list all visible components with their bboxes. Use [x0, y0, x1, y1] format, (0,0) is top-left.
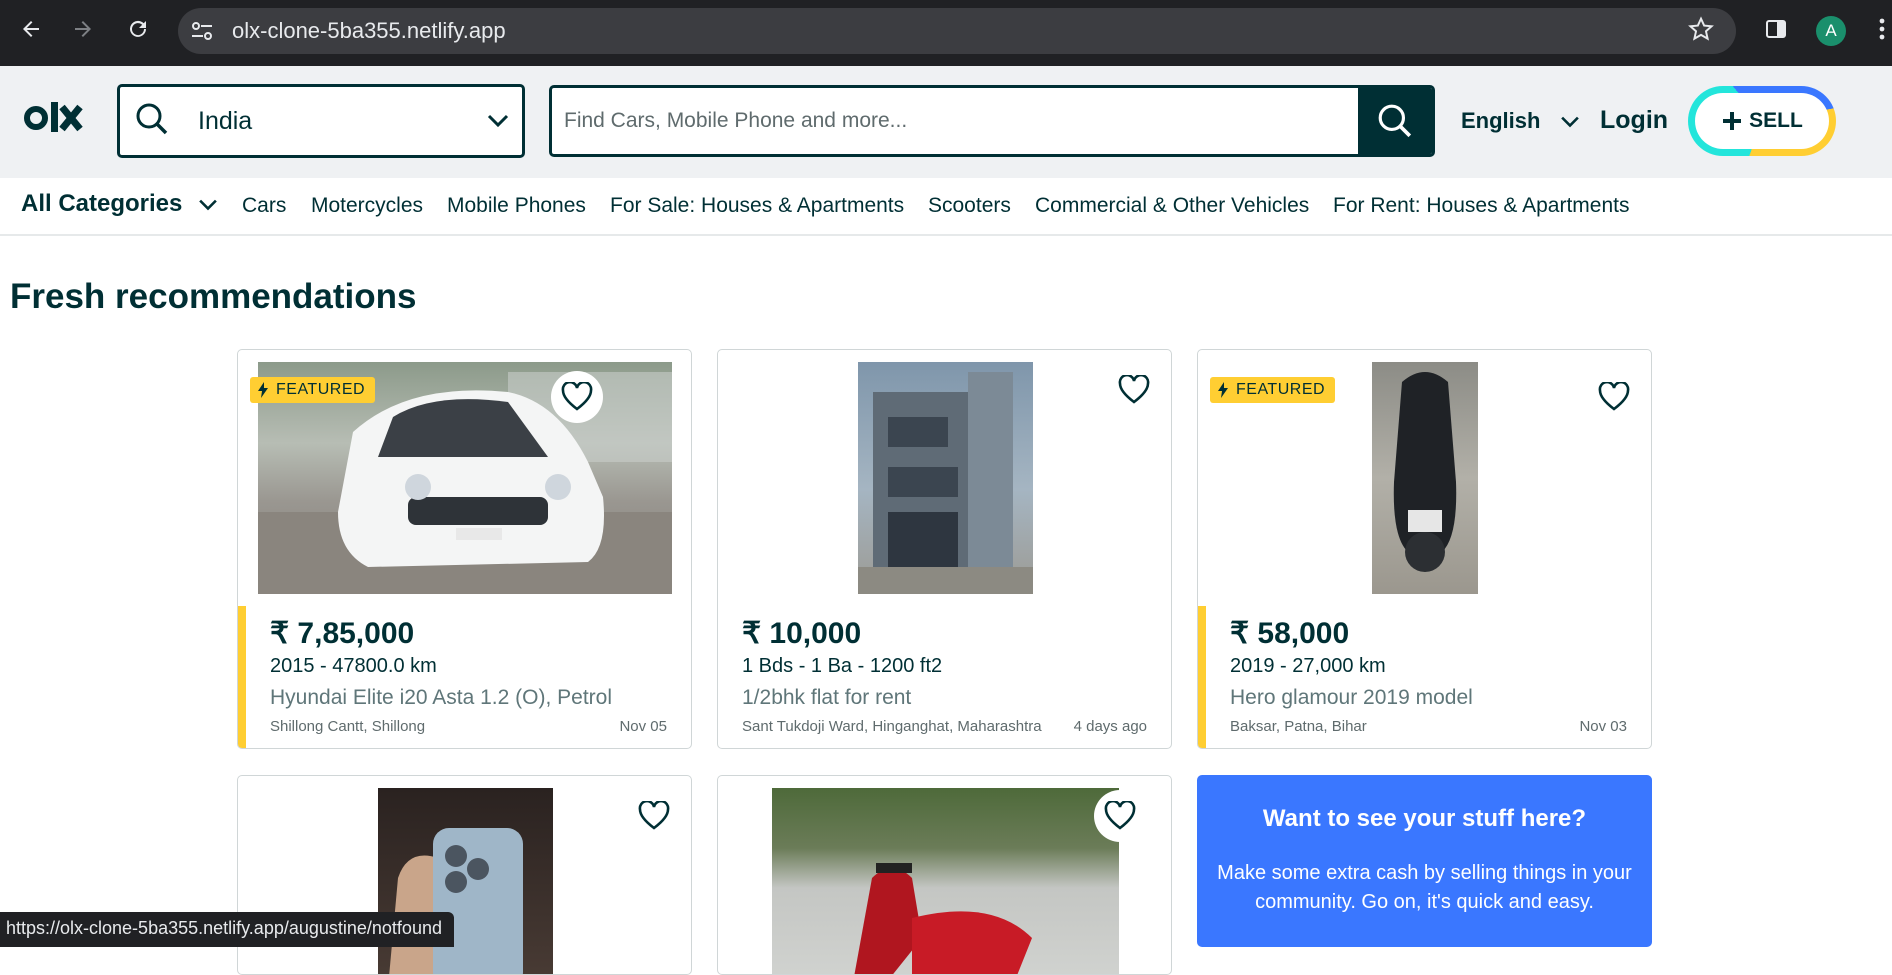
sell-button[interactable]: SELL: [1688, 86, 1836, 156]
plus-icon: [1723, 112, 1742, 130]
featured-badge: FEATURED: [1210, 377, 1336, 403]
back-icon[interactable]: [16, 14, 46, 44]
category-mobile-phones[interactable]: Mobile Phones: [447, 194, 586, 218]
lightning-icon: [1218, 382, 1228, 398]
category-houses-rent[interactable]: For Rent: Houses & Apartments: [1333, 194, 1629, 218]
bookmark-star-icon[interactable]: [1686, 14, 1716, 44]
category-cars[interactable]: Cars: [242, 194, 286, 218]
favorite-heart-icon[interactable]: [551, 371, 603, 423]
menu-dots-icon[interactable]: [1872, 14, 1892, 44]
category-bar: All Categories Cars Motercycles Mobile P…: [0, 178, 1892, 236]
favorite-heart-icon[interactable]: [1588, 371, 1640, 423]
listing-image: [858, 362, 1033, 594]
category-commercial-vehicles[interactable]: Commercial & Other Vehicles: [1035, 194, 1309, 218]
listing-location: Baksar, Patna, Bihar: [1230, 718, 1367, 735]
listing-price: ₹ 58,000: [1230, 617, 1350, 650]
category-scooters[interactable]: Scooters: [928, 194, 1011, 218]
favorite-heart-icon[interactable]: [1094, 790, 1146, 842]
listing-subtitle: 2015 - 47800.0 km: [270, 655, 437, 677]
chevron-down-icon: [486, 113, 510, 134]
listing-card[interactable]: FEATURED ₹ 58,000 2019 - 27,000 km Hero …: [1197, 349, 1652, 749]
listing-card[interactable]: [717, 775, 1172, 975]
login-link[interactable]: Login: [1600, 106, 1668, 135]
featured-label: FEATURED: [1236, 381, 1326, 398]
location-dropdown[interactable]: India: [117, 84, 525, 158]
listing-date: 4 days ago: [1073, 718, 1147, 735]
promo-heading: Want to see your stuff here?: [1262, 805, 1587, 832]
listing-price: ₹ 10,000: [742, 617, 862, 650]
listing-location: Shillong Cantt, Shillong: [270, 718, 426, 735]
language-selector[interactable]: English: [1461, 108, 1581, 134]
sell-promo-card[interactable]: Want to see your stuff here? Make some e…: [1197, 775, 1652, 947]
search-icon: [134, 101, 170, 142]
search-input[interactable]: [564, 88, 1364, 154]
listing-subtitle: 1 Bds - 1 Ba - 1200 ft2: [742, 655, 943, 677]
profile-avatar[interactable]: A: [1816, 16, 1846, 46]
listing-title: Hyundai Elite i20 Asta 1.2 (O), Petrol: [270, 686, 612, 709]
promo-text: Make some extra cash by selling things i…: [1217, 862, 1632, 913]
url-text[interactable]: olx-clone-5ba355.netlify.app: [232, 18, 506, 44]
category-motercycles[interactable]: Motercycles: [311, 194, 423, 218]
listing-subtitle: 2019 - 27,000 km: [1230, 655, 1386, 677]
listing-title: Hero glamour 2019 model: [1230, 686, 1473, 709]
listing-card[interactable]: ₹ 10,000 1 Bds - 1 Ba - 1200 ft2 1/2bhk …: [717, 349, 1172, 749]
browser-toolbar: olx-clone-5ba355.netlify.app A: [0, 0, 1892, 66]
featured-label: FEATURED: [276, 381, 366, 398]
chevron-down-icon: [1560, 116, 1579, 128]
all-categories-label: All Categories: [21, 190, 183, 217]
language-label: English: [1461, 108, 1541, 133]
all-categories-dropdown[interactable]: All Categories: [21, 190, 219, 218]
sell-label: SELL: [1749, 109, 1803, 132]
category-houses-sale[interactable]: For Sale: Houses & Apartments: [610, 194, 904, 218]
location-value: India: [198, 107, 253, 135]
listing-image: [1372, 362, 1478, 594]
status-url: https://olx-clone-5ba355.netlify.app/aug…: [0, 912, 454, 947]
listing-date: Nov 05: [619, 718, 667, 735]
listing-title: 1/2bhk flat for rent: [742, 686, 912, 709]
sell-button-inner: SELL: [1695, 93, 1829, 149]
listing-price: ₹ 7,85,000: [270, 617, 415, 650]
listing-card[interactable]: FEATURED ₹ 7,85,000 2015 - 47800.0 km Hy…: [237, 349, 692, 749]
forward-icon[interactable]: [68, 14, 98, 44]
site-info-icon[interactable]: [190, 20, 214, 42]
search-icon: [1378, 104, 1412, 138]
listing-date: Nov 03: [1579, 718, 1627, 735]
reload-icon[interactable]: [123, 14, 153, 44]
section-title: Fresh recommendations: [10, 277, 417, 316]
listing-location: Sant Tukdoji Ward, Hinganghat, Maharasht…: [742, 718, 1042, 735]
search-button[interactable]: [1358, 88, 1432, 154]
search-bar: [549, 85, 1435, 157]
favorite-heart-icon[interactable]: [628, 790, 680, 842]
lightning-icon: [258, 382, 268, 398]
featured-badge: FEATURED: [250, 377, 376, 403]
favorite-heart-icon[interactable]: [1108, 364, 1160, 416]
olx-logo[interactable]: [24, 99, 90, 142]
side-panel-icon[interactable]: [1761, 14, 1791, 44]
chevron-down-icon: [199, 199, 217, 211]
